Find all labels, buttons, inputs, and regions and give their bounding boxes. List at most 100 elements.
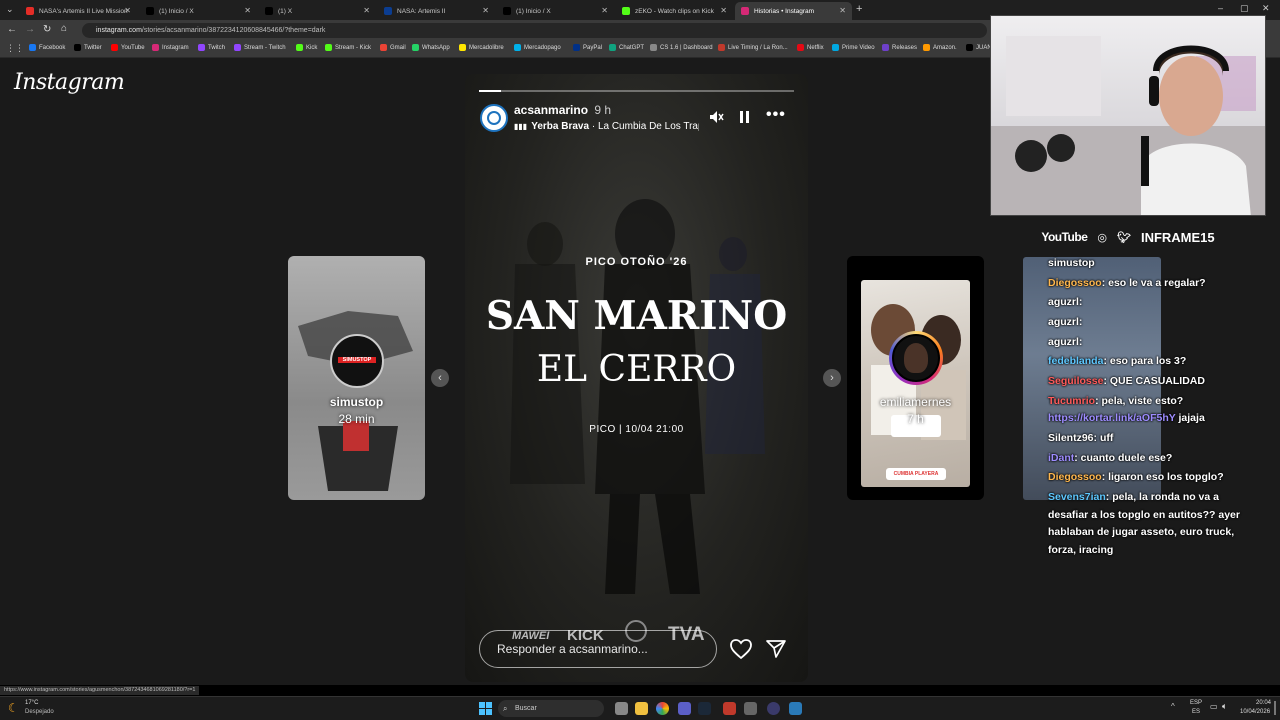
clock-time[interactable]: 20:04 [1256,700,1271,706]
next-story-arrow-icon[interactable]: › [823,369,841,387]
home-icon[interactable]: ⌂ [61,23,67,34]
reply-input[interactable]: Responder a acsanmarino... [479,630,717,668]
chat-username[interactable]: aguzrl [1048,316,1079,328]
browser-tab[interactable]: zEKO - Watch clips on Kick ✕ [616,2,733,20]
show-desktop-button[interactable] [1274,701,1276,715]
bookmark-item[interactable]: ChatGPT [609,44,644,51]
close-tab-icon[interactable]: ✕ [720,6,727,15]
close-tab-icon[interactable]: ✕ [244,6,251,15]
chat-username[interactable]: iDant [1048,452,1074,464]
acsanmarino-avatar[interactable] [480,104,508,132]
instagram-logo[interactable]: Instagram [14,70,125,95]
chat-username[interactable]: fedeblanda [1048,355,1103,367]
browser-tab[interactable]: NASA: Artemis II ✕ [378,2,495,20]
bookmark-item[interactable]: Mercadopago [514,44,561,51]
language-code[interactable]: ESP [1190,700,1202,706]
reload-icon[interactable]: ↻ [43,24,51,35]
taskbar-search[interactable]: ⌕ Buscar [498,700,604,717]
back-icon[interactable]: ← [7,24,17,35]
story-user[interactable]: acsanmarino 9 h [514,103,611,117]
bookmark-item[interactable]: Instagram [152,44,189,51]
maximize-icon[interactable]: ▢ [1240,3,1249,14]
weather-desc[interactable]: Despejado [25,709,54,715]
bookmark-item[interactable]: Kick [296,44,317,51]
bookmark-item[interactable]: CS 1.6 | Dashboard [650,44,713,51]
bookmark-item[interactable]: Netflix [797,44,824,51]
browser-tab[interactable]: NASA's Artemis II Live Mission ✕ [20,2,137,20]
address-bar[interactable]: instagram.com/stories/acsanmarino/387223… [82,23,987,38]
network-icon[interactable]: ▭ [1210,702,1218,711]
forward-icon[interactable]: → [25,24,35,35]
bookmark-item[interactable]: Stream - Twitch [234,44,286,51]
close-tab-icon[interactable]: ✕ [363,6,370,15]
story-song[interactable]: ▮▮▮ Yerba Brava · La Cumbia De Los Trap [514,121,699,132]
chat-username[interactable]: simustop [1048,257,1095,269]
close-tab-icon[interactable]: ✕ [482,6,489,15]
bookmark-item[interactable]: Mercadolibre [459,44,504,51]
chat-username[interactable]: Silentz96 [1048,432,1094,444]
obs-icon[interactable] [767,702,780,715]
close-tab-icon[interactable]: ✕ [601,6,608,15]
teams-icon[interactable] [678,702,691,715]
like-heart-icon[interactable] [729,638,753,660]
bookmark-item[interactable]: Releases [882,44,917,51]
chat-username[interactable]: https://kortar.link/aOF5hY [1048,412,1176,424]
bookmark-item[interactable]: Live Timing / La Ron... [718,44,788,51]
tab-label: NASA's Artemis II Live Mission [39,7,128,15]
apps-grid-icon[interactable]: ⋮⋮ [6,43,24,54]
story-username[interactable]: acsanmarino [514,103,588,117]
more-options-icon[interactable]: ••• [766,106,786,124]
prev-story-arrow-icon[interactable]: ‹ [431,369,449,387]
prev-story-card[interactable]: SIMUSTOP simustop 28 min [288,256,425,500]
volume-icon[interactable]: 🔈︎ [1222,701,1227,712]
weather-temp[interactable]: 17°C [25,700,38,706]
chat-username[interactable]: Diegossoo [1048,471,1102,483]
chat-username[interactable]: Seguilosse [1048,375,1103,387]
new-tab-button[interactable]: + [856,3,862,15]
app-icon-blue[interactable] [789,702,802,715]
bookmark-item[interactable]: Twitter [74,44,102,51]
next-story-card[interactable]: CUMBIA PLAYERA emiliamernes 7 h [847,256,984,500]
share-send-icon[interactable] [765,639,787,659]
mute-icon[interactable] [708,109,724,125]
bookmark-item[interactable]: Twitch [198,44,225,51]
app-icon-gray[interactable] [744,702,757,715]
language-sub[interactable]: ES [1192,709,1200,715]
bookmark-item[interactable]: YouTube [111,44,145,51]
chat-username[interactable]: aguzrl [1048,336,1079,348]
tray-chevron-icon[interactable]: ^ [1171,702,1175,711]
close-tab-icon[interactable]: ✕ [839,6,846,15]
chat-username[interactable]: Tucumrio [1048,395,1095,407]
bookmark-item[interactable]: Prime Video [832,44,875,51]
bookmark-item[interactable]: PayPal [573,44,602,51]
chat-username[interactable]: aguzrl [1048,296,1079,308]
close-tab-icon[interactable]: ✕ [124,6,131,15]
steam-icon[interactable] [698,702,711,715]
clock-date[interactable]: 10/04/2026 [1240,709,1270,715]
chat-username[interactable]: Diegossoo [1048,277,1102,289]
chat-username[interactable]: Sevens7ian [1048,491,1106,503]
weather-icon[interactable]: ☾ [8,701,19,715]
bookmark-item[interactable]: JUAN [966,44,992,51]
browser-tab[interactable]: Historias • Instagram ✕ [735,2,852,20]
bookmark-item[interactable]: Amazon. [923,44,957,51]
close-window-icon[interactable]: ✕ [1262,3,1270,14]
app-icon-red[interactable] [723,702,736,715]
tab-search-icon[interactable]: ⌄ [6,4,14,15]
chrome-icon[interactable] [656,702,669,715]
bookmark-favicon-icon [412,44,419,51]
browser-tab[interactable]: (1) X ✕ [259,2,376,20]
pause-icon[interactable] [738,109,752,125]
bookmark-item[interactable]: WhatsApp [412,44,450,51]
file-explorer-icon[interactable] [635,702,648,715]
bookmark-item[interactable]: Gmail [380,44,406,51]
bookmark-item[interactable]: Stream - Kick [325,44,371,51]
chat-text: desafiar a los topglo en autitos?? ayer [1048,509,1240,521]
browser-tab[interactable]: (1) Inicio / X ✕ [497,2,614,20]
task-view-icon[interactable] [615,702,628,715]
bookmark-item[interactable]: Facebook [29,44,65,51]
browser-tab[interactable]: (1) Inicio / X ✕ [140,2,257,20]
story-viewer[interactable]: acsanmarino 9 h ▮▮▮ Yerba Brava · La Cumb… [465,74,808,682]
minimize-icon[interactable]: – [1218,3,1223,13]
windows-start-icon[interactable] [479,702,492,715]
